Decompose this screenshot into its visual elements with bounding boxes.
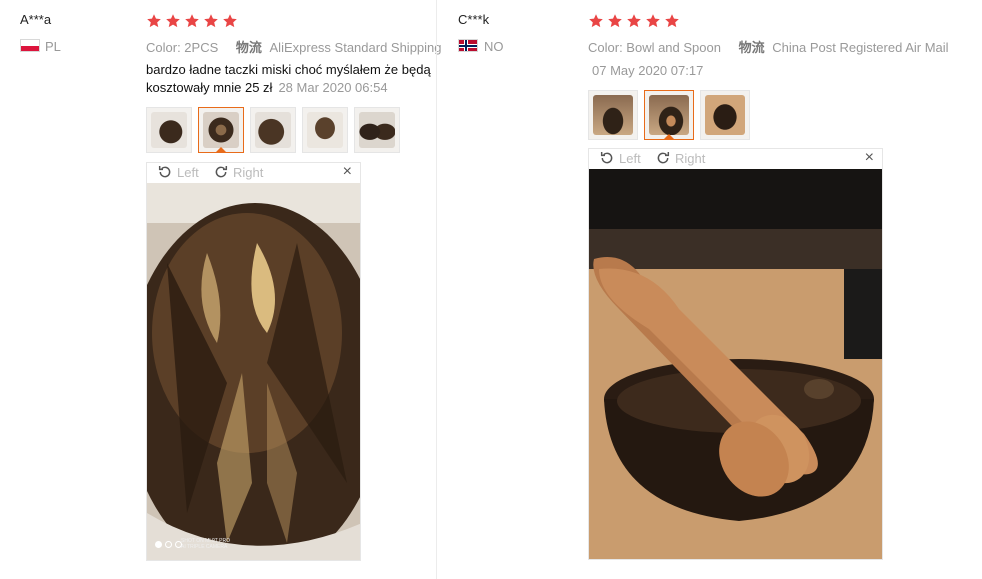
review-thumbnail-active[interactable] <box>198 107 244 153</box>
rotate-right-icon <box>215 166 228 178</box>
star-icon <box>223 14 237 28</box>
image-viewer: Left Right × <box>588 148 883 560</box>
logistics-label: 物流 <box>738 40 765 55</box>
star-icon <box>589 14 603 28</box>
close-viewer-button[interactable]: × <box>865 149 874 167</box>
sku-and-shipping: Color: Bowl and Spoon 物流 China Post Regi… <box>588 37 949 56</box>
rotate-left-label: Left <box>619 150 641 166</box>
review-date: 28 Mar 2020 06:54 <box>278 80 388 95</box>
coconut-bowl-photo <box>147 183 360 560</box>
review-thumbnail[interactable] <box>146 107 192 153</box>
review-thumbnail[interactable] <box>354 107 400 153</box>
photo-watermark: SHOT ON MI 9T PRO AI TRIPLE CAMERA <box>181 538 230 550</box>
review-photo: SHOT ON MI 9T PRO AI TRIPLE CAMERA <box>147 183 360 560</box>
review-card-1: A***a PL Color: 2PCS 物流 AliExpress Stand… <box>0 0 442 579</box>
star-icon <box>627 14 641 28</box>
active-indicator <box>663 134 675 139</box>
rating-stars <box>588 13 680 29</box>
coconut-bowl-spoons-photo <box>589 169 882 559</box>
close-viewer-button[interactable]: × <box>343 163 352 181</box>
rotate-right-label: Right <box>675 150 706 166</box>
rotate-right-button[interactable]: Right <box>213 164 263 180</box>
rating-stars <box>146 13 238 29</box>
review-thumbnails <box>588 90 750 140</box>
review-thumbnail-active[interactable] <box>644 90 694 140</box>
sku-color: Color: 2PCS <box>146 40 219 55</box>
review-text-line: kosztowały mnie 25 zł <box>146 80 273 95</box>
review-thumbnail[interactable] <box>302 107 348 153</box>
review-thumbnail[interactable] <box>700 90 750 140</box>
rotate-right-label: Right <box>233 164 264 180</box>
rotate-left-icon <box>600 152 613 164</box>
star-icon <box>665 14 679 28</box>
star-icon <box>646 14 660 28</box>
sku-color: Color: Bowl and Spoon <box>588 40 721 55</box>
rotate-left-button[interactable]: Left <box>157 164 199 180</box>
rotate-right-icon <box>657 152 670 164</box>
norway-flag-icon <box>458 39 478 52</box>
reviewer-name: A***a <box>20 12 52 27</box>
star-icon <box>185 14 199 28</box>
star-icon <box>204 14 218 28</box>
reviewer-name: C***k <box>458 12 490 27</box>
review-thumbnails <box>146 107 400 153</box>
sku-and-shipping: Color: 2PCS 物流 AliExpress Standard Shipp… <box>146 37 442 56</box>
poland-flag-icon <box>20 39 40 52</box>
review-text-line: bardzo ładne taczki miski choć myślałem … <box>146 62 431 77</box>
image-viewer: Left Right × SHOT ON MI 9T PRO AI TRIPLE… <box>146 162 361 561</box>
review-thumbnail[interactable] <box>250 107 296 153</box>
shipping-method: AliExpress Standard Shipping <box>269 40 442 55</box>
viewer-toolbar: Left Right × <box>147 163 360 183</box>
active-indicator <box>215 147 227 152</box>
rotate-right-button[interactable]: Right <box>655 150 705 166</box>
rotate-left-label: Left <box>177 164 199 180</box>
rotate-left-icon <box>158 166 171 178</box>
carousel-dots <box>155 541 182 548</box>
reviewer-country: PL <box>45 39 61 54</box>
star-icon <box>166 14 180 28</box>
rotate-left-button[interactable]: Left <box>599 150 641 166</box>
star-icon <box>147 14 161 28</box>
review-thumbnail[interactable] <box>588 90 638 140</box>
logistics-label: 物流 <box>235 40 262 55</box>
review-photo <box>589 169 882 559</box>
review-card-2: C***k NO Color: Bowl and Spoon 物流 China … <box>437 0 982 579</box>
star-icon <box>608 14 622 28</box>
viewer-toolbar: Left Right × <box>589 149 882 169</box>
shipping-method: China Post Registered Air Mail <box>772 40 949 55</box>
review-content: bardzo ładne taczki miski choć myślałem … <box>146 61 431 97</box>
reviewer-country: NO <box>484 39 504 54</box>
review-date: 07 May 2020 07:17 <box>592 63 704 78</box>
